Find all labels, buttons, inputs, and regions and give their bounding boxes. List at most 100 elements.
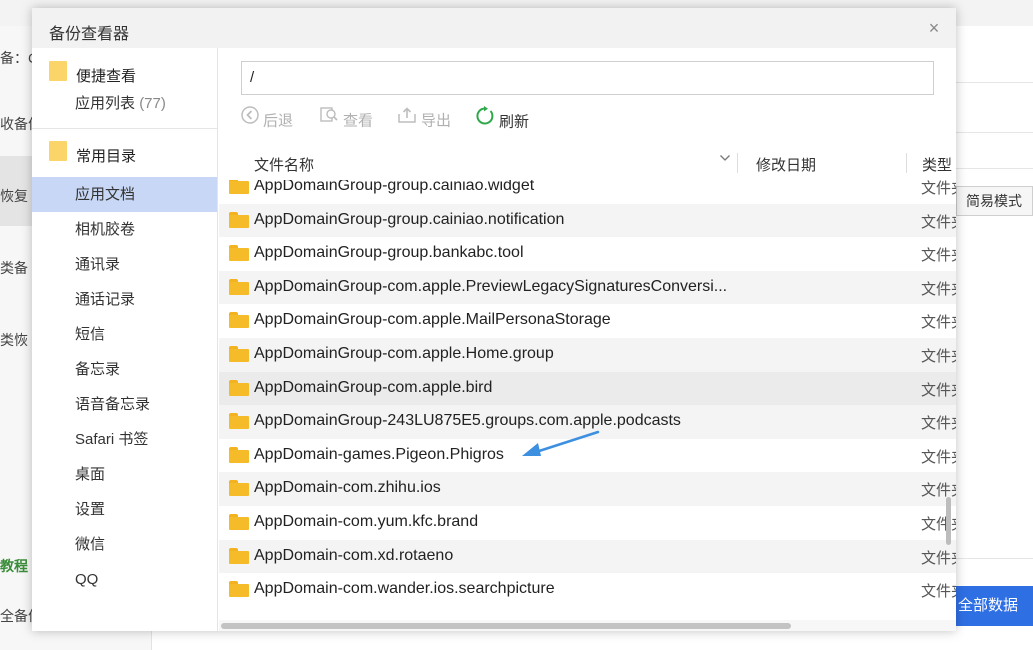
file-name: AppDomainGroup-243LU875E5.groups.com.app… <box>254 412 681 430</box>
file-type: 文件夹 <box>921 381 956 399</box>
export-button[interactable]: 导出 <box>397 106 451 134</box>
sidebar-item-call-history[interactable]: 通话记录 <box>32 282 217 317</box>
file-type: 文件夹 <box>921 549 956 567</box>
simple-mode-button[interactable]: 简易模式 <box>956 186 1033 216</box>
refresh-button[interactable]: 刷新 <box>475 106 530 135</box>
table-row[interactable]: AppDomainGroup-com.apple.PreviewLegacySi… <box>219 270 956 305</box>
file-name: AppDomain-com.xd.rotaeno <box>254 546 454 564</box>
folder-icon <box>229 345 249 362</box>
sidebar-group-common-dirs[interactable]: 常用目录 <box>32 129 217 177</box>
table-row[interactable]: AppDomainGroup-group.bankabc.tool 文件夹 <box>219 237 956 271</box>
file-name: AppDomain-com.zhihu.ios <box>254 479 441 497</box>
divider <box>956 132 1033 133</box>
back-arrow-icon <box>241 106 259 133</box>
path-input[interactable]: / <box>241 61 934 95</box>
file-type: 文件夹 <box>921 247 956 265</box>
sidebar-group-quick-view[interactable]: 便捷查看 <box>32 48 217 86</box>
divider <box>956 168 1033 169</box>
file-type: 文件夹 <box>921 583 956 601</box>
file-name: AppDomainGroup-com.apple.Home.group <box>254 344 554 362</box>
file-name: AppDomainGroup-com.apple.PreviewLegacySi… <box>254 277 728 295</box>
column-header-type[interactable]: 类型 <box>922 154 952 175</box>
table-header: 文件名称 修改日期 类型 <box>219 148 956 180</box>
dialog-titlebar[interactable]: 备份查看器 × <box>32 8 956 48</box>
folder-icon <box>229 312 249 329</box>
table-row[interactable]: AppDomainGroup-group.cainiao.widget 文件夹 <box>219 180 956 204</box>
dialog-sidebar: 便捷查看 应用列表 (77) 常用目录 应用文档 相机胶卷 通讯录 通话记录 短… <box>32 48 218 631</box>
file-list: AppDomainGroup-group.cainiao.widget 文件夹 … <box>219 180 956 620</box>
view-button[interactable]: 查看 <box>319 107 374 134</box>
file-name: AppDomainGroup-group.bankabc.tool <box>254 244 524 262</box>
sidebar-item-camera-roll[interactable]: 相机胶卷 <box>32 212 217 247</box>
sidebar-item-voice-memos[interactable]: 语音备忘录 <box>32 387 217 422</box>
background-fragment: 恢复 <box>0 188 28 204</box>
all-data-button[interactable]: 全部数据 <box>956 586 1033 626</box>
sidebar-group-label: 便捷查看 <box>76 68 137 85</box>
column-header-name[interactable]: 文件名称 <box>254 154 314 175</box>
background-tutorial-link[interactable]: 教程 <box>0 556 28 576</box>
file-type: 文件夹 <box>921 280 956 298</box>
view-label: 查看 <box>343 112 374 130</box>
sidebar-item-wechat[interactable]: 微信 <box>32 527 217 562</box>
folder-icon <box>229 379 249 396</box>
refresh-label: 刷新 <box>499 113 530 131</box>
chevron-down-icon[interactable] <box>719 152 731 167</box>
file-type: 文件夹 <box>921 448 956 466</box>
sidebar-item-notes[interactable]: 备忘录 <box>32 352 217 387</box>
sidebar-item-app-list[interactable]: 应用列表 (77) <box>32 86 217 128</box>
vertical-scrollbar-thumb[interactable] <box>946 497 951 545</box>
folder-icon <box>229 581 249 598</box>
table-row[interactable]: AppDomain-com.zhihu.ios 文件夹 <box>219 472 956 506</box>
column-divider[interactable] <box>906 153 907 173</box>
sidebar-item-qq[interactable]: QQ <box>32 562 217 597</box>
table-row[interactable]: AppDomainGroup-com.apple.bird 文件夹 <box>219 371 956 406</box>
sidebar-item-desktop[interactable]: 桌面 <box>32 457 217 492</box>
table-row[interactable]: AppDomain-com.xd.rotaeno 文件夹 <box>219 539 956 574</box>
sidebar-item-app-documents[interactable]: 应用文档 <box>32 177 217 212</box>
folder-icon <box>229 446 249 463</box>
sidebar-item-messages[interactable]: 短信 <box>32 317 217 352</box>
file-type: 文件夹 <box>921 482 956 500</box>
file-name: AppDomainGroup-group.cainiao.notificatio… <box>254 210 565 228</box>
file-name: AppDomainGroup-group.cainiao.widget <box>254 180 535 194</box>
table-row[interactable]: AppDomainGroup-com.apple.MailPersonaStor… <box>219 304 956 338</box>
folder-icon <box>229 245 249 262</box>
export-icon <box>397 106 417 133</box>
folder-icon <box>229 413 249 430</box>
sidebar-item-safari-bookmarks[interactable]: Safari 书签 <box>32 422 217 457</box>
folder-icon <box>229 547 249 564</box>
dialog-main: / 后退 查看 导出 刷新 文件名称 修改日期 类型 AppDomainGrou… <box>219 48 956 631</box>
folder-icon <box>229 211 249 228</box>
sidebar-item-contacts[interactable]: 通讯录 <box>32 247 217 282</box>
file-name: AppDomainGroup-com.apple.MailPersonaStor… <box>254 311 611 329</box>
background-fragment: 类恢 <box>0 332 28 348</box>
folder-icon <box>229 480 249 497</box>
close-icon[interactable]: × <box>924 18 944 38</box>
column-header-modified[interactable]: 修改日期 <box>756 154 816 175</box>
horizontal-scrollbar-thumb[interactable] <box>221 623 791 629</box>
table-row[interactable]: AppDomainGroup-group.cainiao.notificatio… <box>219 203 956 238</box>
divider <box>956 82 1033 83</box>
file-name: AppDomain-com.yum.kfc.brand <box>254 512 479 530</box>
horizontal-scrollbar[interactable] <box>219 620 956 631</box>
background-fragment: 类备 <box>0 260 28 276</box>
table-row[interactable]: AppDomainGroup-243LU875E5.groups.com.app… <box>219 405 956 439</box>
sidebar-group-label: 常用目录 <box>76 148 137 165</box>
file-name: AppDomain-games.Pigeon.Phigros <box>254 445 504 463</box>
dialog-title: 备份查看器 <box>49 26 130 43</box>
file-type: 文件夹 <box>921 415 956 433</box>
file-name: AppDomain-com.wander.ios.searchpicture <box>254 580 555 598</box>
column-divider[interactable] <box>737 153 738 173</box>
table-row[interactable]: AppDomain-com.wander.ios.searchpicture 文… <box>219 573 956 607</box>
app-count-badge: (77) <box>139 95 166 112</box>
background-right-strip <box>956 26 1033 650</box>
table-row[interactable]: AppDomain-games.Pigeon.Phigros 文件夹 <box>219 439 956 473</box>
refresh-icon <box>475 106 495 135</box>
folder-icon <box>229 513 249 530</box>
folder-icon <box>49 141 67 161</box>
back-button[interactable]: 后退 <box>241 106 293 134</box>
folder-icon <box>229 278 249 295</box>
sidebar-item-settings[interactable]: 设置 <box>32 492 217 527</box>
table-row[interactable]: AppDomainGroup-com.apple.Home.group 文件夹 <box>219 337 956 372</box>
table-row[interactable]: AppDomain-com.yum.kfc.brand 文件夹 <box>219 506 956 540</box>
